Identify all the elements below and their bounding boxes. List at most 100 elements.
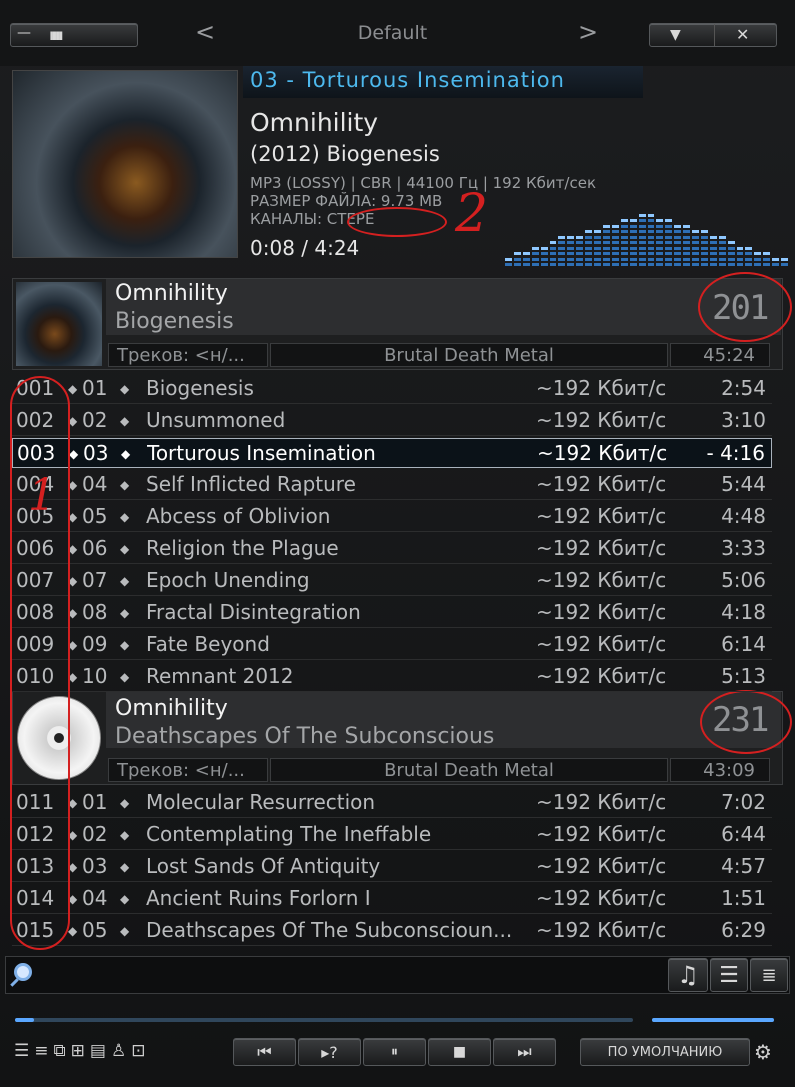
track-row[interactable]: 014 ◆ 04 ◆ Ancient Ruins Forlorn I ~192 Кбит/… [12, 884, 772, 914]
gear-icon[interactable]: ⚙ [754, 1040, 772, 1064]
spectrum-bar-segment [540, 246, 548, 250]
add-icon[interactable]: ⊡ [131, 1041, 150, 1061]
track-row[interactable]: 009 ◆ 09 ◆ Fate Beyond ~192 Кбит/с 6:14 [12, 630, 772, 660]
track-bullet-icon: ◆ [120, 796, 130, 810]
track-row[interactable]: 003 ◆ 03 ◆ Torturous Insemination ~192 Кбит/с… [12, 438, 772, 468]
spectrum-bar-segment [522, 252, 530, 255]
group-1-artist: Omnihility [115, 281, 228, 306]
spectrum-bar-segment [665, 224, 673, 228]
tree-view-icon[interactable]: ≡ [34, 1041, 53, 1061]
track-row[interactable]: 010 ◆ 10 ◆ Remnant 2012 ~192 Кбит/с 5:13 [12, 662, 772, 692]
spectrum-bar-segment [727, 263, 735, 266]
copy-icon[interactable]: ⧉ [54, 1041, 71, 1061]
track-row[interactable]: 005 ◆ 05 ◆ Abcess of Oblivion ~192 Кбит/с 4:48 [12, 502, 772, 532]
group-2-album: Deathscapes Of The Subconscious [115, 724, 495, 749]
spectrum-bar-segment [611, 252, 619, 255]
prev-preset-arrow-icon[interactable]: < [195, 18, 215, 46]
track-bullet-icon: ◆ [120, 670, 130, 684]
annotation-ellipse-group-2 [700, 690, 792, 754]
spectrum-bar-segment [638, 263, 646, 266]
track-row[interactable]: 012 ◆ 02 ◆ Contemplating The Ineffable ~192 К… [12, 820, 772, 850]
track-row[interactable]: 004 ◆ 04 ◆ Self Inflicted Rapture ~192 Кбит/с… [12, 470, 772, 500]
spectrum-bar-segment [727, 252, 735, 255]
album-group-1-art [16, 282, 102, 366]
track-bullet-icon: ◆ [121, 447, 131, 461]
spectrum-bar-segment [709, 263, 717, 266]
spectrum-bar-segment [594, 230, 601, 233]
music-note-icon[interactable]: ♫ [668, 958, 708, 992]
menu-button[interactable]: — ıııııııııı [10, 23, 138, 47]
spectrum-bar-segment [709, 252, 717, 255]
details-view-icon[interactable]: ≣ [750, 958, 788, 992]
track-bitrate: ~192 Кбит/с [536, 664, 667, 688]
seek-bar[interactable] [15, 1018, 633, 1022]
spectrum-bar-segment [531, 246, 539, 250]
user-icon[interactable]: ♙ [111, 1041, 131, 1061]
spectrum-bar-segment [665, 219, 673, 222]
spectrum-bar-segment [629, 230, 637, 233]
preset-button[interactable]: ПО УМОЛЧАНИЮ [580, 1038, 750, 1066]
track-row[interactable]: 013 ◆ 03 ◆ Lost Sands Of Antiquity ~192 Кбит/… [12, 852, 772, 882]
close-icon[interactable]: ✕ [736, 25, 749, 44]
spectrum-bar-segment [772, 263, 780, 266]
track-row[interactable]: 011 ◆ 01 ◆ Molecular Resurrection ~192 Кбит/с… [12, 788, 772, 818]
spectrum-visualizer [505, 200, 790, 266]
playlist-icon[interactable]: ☰ [14, 1041, 34, 1061]
track-duration: 5:44 [721, 472, 766, 496]
track-bitrate: ~192 Кбит/с [536, 536, 667, 560]
spectrum-bar-segment [611, 241, 619, 244]
bottom-left-tools: ☰≡⧉⊞▤♙⊡ [14, 1041, 150, 1061]
spectrum-bar-segment [700, 235, 708, 239]
track-bullet-icon: ◆ [120, 924, 130, 938]
track-row[interactable]: 008 ◆ 08 ◆ Fractal Disintegration ~192 Кбит/с… [12, 598, 772, 628]
now-playing-time: 0:08 / 4:24 [250, 236, 360, 260]
track-title: Ancient Ruins Forlorn I [146, 886, 371, 910]
annotation-ellipse-index-column [10, 376, 70, 950]
spectrum-bar-segment [683, 246, 691, 250]
stop-button[interactable]: ■ [428, 1038, 491, 1066]
track-row[interactable]: 001 ◆ 01 ◆ Biogenesis ~192 Кбит/с 2:54 [12, 374, 772, 404]
spectrum-bar-segment [585, 241, 593, 244]
group-1-genre: Brutal Death Metal [270, 343, 668, 367]
spectrum-bar-segment [727, 241, 735, 244]
spectrum-bar-segment [763, 257, 771, 261]
track-bullet-icon: ◆ [120, 574, 130, 588]
track-title: Molecular Resurrection [146, 790, 376, 814]
track-title: Lost Sands Of Antiquity [146, 854, 381, 878]
play-button[interactable]: ▸? [298, 1038, 361, 1066]
spectrum-bar-segment [692, 263, 699, 266]
spectrum-bar-segment [745, 263, 753, 266]
search-bar[interactable]: ♫ ☰ ≣ [5, 956, 790, 994]
spectrum-bar-segment [576, 252, 584, 255]
group-icon[interactable]: ⊞ [71, 1041, 90, 1061]
track-number: 10 [82, 664, 108, 688]
track-number: 06 [82, 536, 108, 560]
prev-track-button[interactable]: ⏮ [233, 1038, 296, 1066]
volume-bar[interactable] [652, 1018, 774, 1022]
chevron-down-icon[interactable]: ▼ [670, 27, 681, 43]
track-row[interactable]: 015 ◆ 05 ◆ Deathscapes Of The Subconscioun..… [12, 916, 772, 946]
spectrum-bar-segment [656, 224, 664, 228]
next-track-button[interactable]: ⏭ [493, 1038, 556, 1066]
track-row[interactable]: 002 ◆ 02 ◆ Unsummoned ~192 Кбит/с 3:10 [12, 406, 772, 436]
list-view-icon[interactable]: ☰ [710, 958, 748, 992]
spectrum-bar-segment [620, 224, 628, 228]
spectrum-bar-segment [629, 246, 637, 250]
spectrum-bar-segment [585, 246, 593, 250]
spectrum-bar-segment [656, 241, 664, 244]
pause-button[interactable]: ⏸ [363, 1038, 426, 1066]
spectrum-bar-segment [700, 252, 708, 255]
now-playing-album: (2012) Biogenesis [250, 142, 440, 166]
track-row[interactable]: 006 ◆ 06 ◆ Religion the Plague ~192 Кбит/с 3:3… [12, 534, 772, 564]
spectrum-bar-segment [647, 241, 655, 244]
spectrum-bar-segment [745, 257, 753, 261]
spectrum-bar-segment [620, 246, 628, 250]
track-title: Deathscapes Of The Subconscioun... [146, 918, 513, 942]
spectrum-bar-segment [594, 257, 601, 261]
document-icon[interactable]: ▤ [90, 1041, 111, 1061]
spectrum-bar-segment [513, 252, 521, 255]
track-row[interactable]: 007 ◆ 07 ◆ Epoch Unending ~192 Кбит/с 5:06 [12, 566, 772, 596]
next-preset-arrow-icon[interactable]: > [578, 18, 598, 46]
track-number: 05 [82, 918, 108, 942]
track-duration: 6:14 [721, 632, 766, 656]
